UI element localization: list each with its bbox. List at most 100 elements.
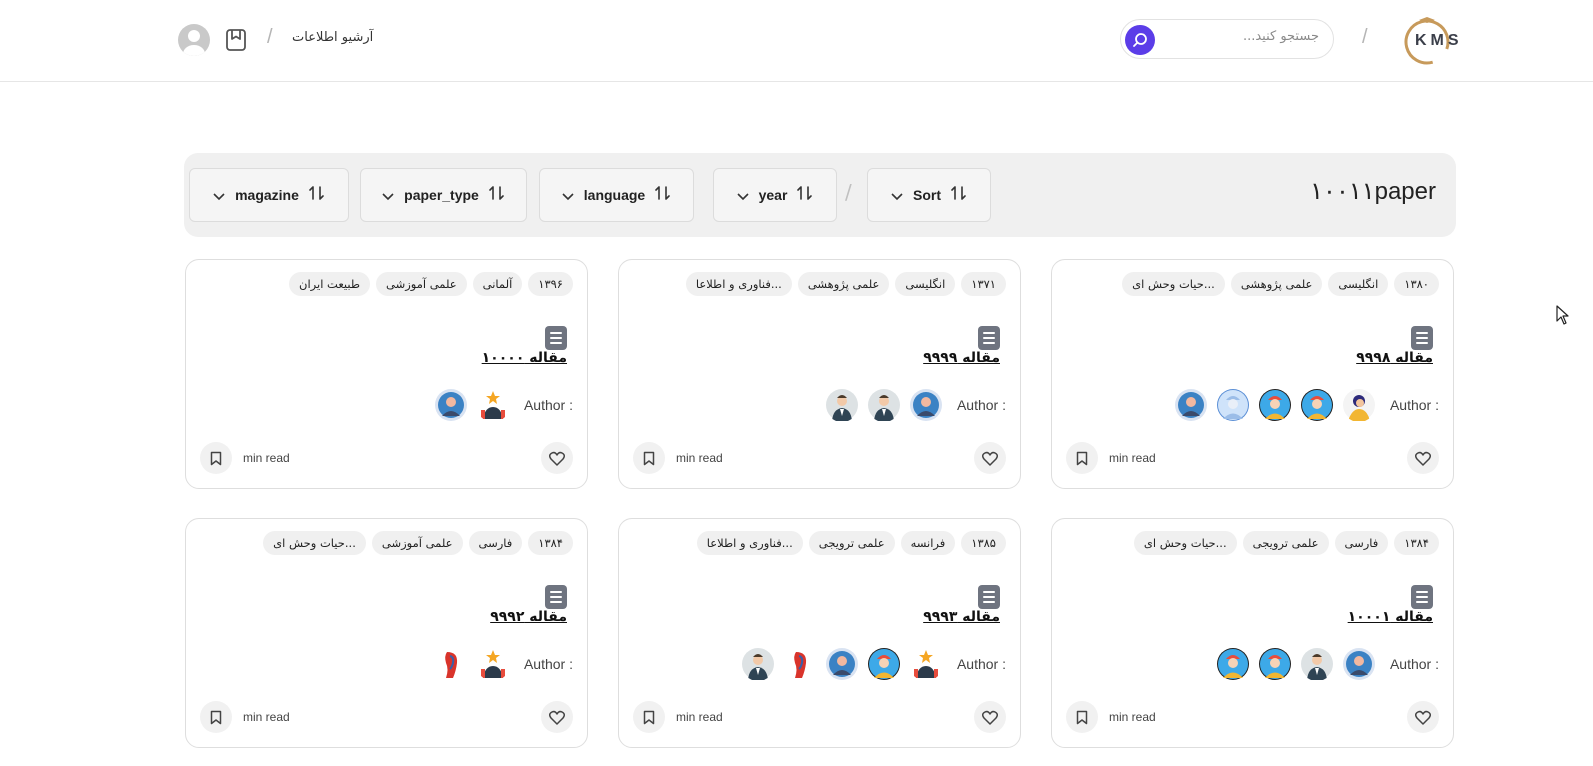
- like-button[interactable]: [541, 442, 573, 474]
- author-avatar-person-blue[interactable]: [1174, 388, 1208, 422]
- magazine-filter-button[interactable]: magazine: [189, 168, 349, 222]
- author-avatar-worker-blue[interactable]: [1258, 388, 1292, 422]
- paper-card[interactable]: ۱۳۸۵ فرانسه علمی ترویجی فناوری و اطلاعا... …: [618, 518, 1021, 748]
- author-avatar-worker-light[interactable]: [1216, 388, 1250, 422]
- paper-tag[interactable]: فارسی: [468, 531, 523, 555]
- user-icon: [183, 30, 205, 56]
- like-button[interactable]: [541, 701, 573, 733]
- author-avatar-star-figure[interactable]: [476, 647, 510, 681]
- sort-arrows-icon: [655, 185, 671, 205]
- author-avatar-worker-blue[interactable]: [1216, 647, 1250, 681]
- paper-tag[interactable]: علمی پژوهشی: [1230, 272, 1323, 296]
- chevron-down-icon: [737, 186, 749, 205]
- author-avatar-red-profile[interactable]: [434, 647, 468, 681]
- bookmark-button[interactable]: [1066, 701, 1098, 733]
- bookmark-button[interactable]: [633, 701, 665, 733]
- search-box: [1120, 19, 1334, 59]
- author-label: Author :: [1389, 656, 1439, 672]
- paper-card[interactable]: ۱۳۸۰ انگلیسی علمی پژوهشی حیات وحش ای... مقا…: [1051, 259, 1454, 489]
- paper-title[interactable]: مقاله ۱۰۰۰۰: [482, 350, 567, 366]
- like-button[interactable]: [1407, 701, 1439, 733]
- author-avatar-person-blue[interactable]: [909, 388, 943, 422]
- paper-tag[interactable]: ۱۳۸۴: [528, 531, 573, 555]
- paper-card[interactable]: ۱۳۸۴ فارسی علمی آموزشی حیات وحش ای... مقاله…: [185, 518, 588, 748]
- paper-tag[interactable]: علمی ترویجی: [1242, 531, 1329, 555]
- paper-tag[interactable]: علمی ترویجی: [808, 531, 895, 555]
- author-avatar-person-blue[interactable]: [1342, 647, 1376, 681]
- paper-tag[interactable]: انگلیسی: [1328, 272, 1389, 296]
- paper-title[interactable]: مقاله ۱۰۰۰۱: [1348, 609, 1433, 625]
- bookmark-button[interactable]: [633, 442, 665, 474]
- like-button[interactable]: [1407, 442, 1439, 474]
- paper-tag[interactable]: ۱۳۸۰: [1394, 272, 1439, 296]
- bookmark-icon: [1076, 451, 1088, 465]
- paper-title[interactable]: مقاله ۹۹۹۲: [490, 609, 567, 625]
- paper-tag[interactable]: طبیعت ایران: [289, 272, 370, 296]
- document-icon: [545, 326, 567, 350]
- paper-title[interactable]: مقاله ۹۹۹۹: [923, 350, 1000, 366]
- paper-tag[interactable]: علمی پژوهشی: [797, 272, 890, 296]
- like-button[interactable]: [974, 701, 1006, 733]
- paper-tag[interactable]: علمی آموزشی: [376, 272, 467, 296]
- paper-tag[interactable]: حیات وحش ای...: [1133, 531, 1237, 555]
- paper-title[interactable]: مقاله ۹۹۹۸: [1356, 350, 1433, 366]
- sort-filter-button[interactable]: Sort: [867, 168, 991, 222]
- like-button[interactable]: [974, 442, 1006, 474]
- author-avatar-person-blue[interactable]: [825, 647, 859, 681]
- author-avatar-red-profile[interactable]: [783, 647, 817, 681]
- author-avatar-worker-blue[interactable]: [1258, 647, 1292, 681]
- author-label: Author :: [523, 397, 573, 413]
- author-row: Author :: [1174, 388, 1439, 422]
- search-button[interactable]: [1125, 25, 1155, 55]
- paper-tag[interactable]: ۱۳۸۵: [961, 531, 1006, 555]
- bookmark-button[interactable]: [200, 442, 232, 474]
- paper-tag[interactable]: حیات وحش ای...: [1122, 272, 1225, 296]
- author-avatar-worker-blue[interactable]: [867, 647, 901, 681]
- archive-link[interactable]: آرشیو اطلاعات: [292, 30, 373, 45]
- paper-tags: ۱۳۷۱ انگلیسی علمی پژوهشی فناوری و اطلاعا...: [685, 272, 1006, 296]
- paper-title[interactable]: مقاله ۹۹۹۳: [923, 609, 1000, 625]
- author-avatar-worker-blue[interactable]: [1300, 388, 1334, 422]
- paper-tag[interactable]: انگلیسی: [895, 272, 956, 296]
- author-avatar-cartoon-woman[interactable]: [1342, 388, 1376, 422]
- author-avatar-businessman[interactable]: [825, 388, 859, 422]
- search-icon: [1133, 33, 1147, 47]
- paper-tag[interactable]: فناوری و اطلاعا...: [685, 272, 792, 296]
- author-avatar-businessman[interactable]: [867, 388, 901, 422]
- author-avatar-star-figure[interactable]: [909, 647, 943, 681]
- paper-tag[interactable]: علمی آموزشی: [371, 531, 463, 555]
- paper-tag[interactable]: آلمانی: [472, 272, 523, 296]
- paper-tag[interactable]: ۱۳۷۱: [961, 272, 1006, 296]
- author-label: Author :: [523, 656, 573, 672]
- paper-card[interactable]: ۱۳۸۴ فارسی علمی ترویجی حیات وحش ای... مقاله…: [1051, 518, 1454, 748]
- paper-tags: ۱۳۸۵ فرانسه علمی ترویجی فناوری و اطلاعا...: [696, 531, 1006, 555]
- search-input[interactable]: [1169, 29, 1319, 44]
- document-icon: [978, 585, 1000, 609]
- sort-arrows-icon: [489, 185, 505, 205]
- bookmark-icon: [643, 451, 655, 465]
- paper-card[interactable]: ۱۳۹۶ آلمانی علمی آموزشی طبیعت ایران مقاله ۱…: [185, 259, 588, 489]
- year-filter-button[interactable]: year: [713, 168, 837, 222]
- chevron-down-icon: [213, 186, 225, 205]
- bookmark-button[interactable]: [1066, 442, 1098, 474]
- paper-tags: ۱۳۹۶ آلمانی علمی آموزشی طبیعت ایران: [289, 272, 573, 296]
- paper-tag[interactable]: فناوری و اطلاعا...: [696, 531, 803, 555]
- paper-tag[interactable]: حیات وحش ای...: [263, 531, 366, 555]
- bookmark-icon: [643, 710, 655, 724]
- author-avatar-star-figure[interactable]: [476, 388, 510, 422]
- paper-type-filter-button[interactable]: paper_type: [360, 168, 527, 222]
- author-avatar-person-blue[interactable]: [434, 388, 468, 422]
- bookmark-button[interactable]: [200, 701, 232, 733]
- author-avatar-businessman[interactable]: [1300, 647, 1334, 681]
- paper-tags: ۱۳۸۰ انگلیسی علمی پژوهشی حیات وحش ای...: [1122, 272, 1439, 296]
- language-filter-button[interactable]: language: [539, 168, 694, 222]
- author-avatar-businessman[interactable]: [741, 647, 775, 681]
- paper-tag[interactable]: ۱۳۸۴: [1394, 531, 1439, 555]
- paper-tag[interactable]: ۱۳۹۶: [528, 272, 573, 296]
- paper-tag[interactable]: فرانسه: [900, 531, 956, 555]
- paper-card[interactable]: ۱۳۷۱ انگلیسی علمی پژوهشی فناوری و اطلاعا...…: [618, 259, 1021, 489]
- paper-tag[interactable]: فارسی: [1334, 531, 1389, 555]
- filter-divider: /: [845, 180, 852, 204]
- user-avatar[interactable]: [178, 24, 210, 56]
- saved-papers-icon[interactable]: [224, 27, 248, 53]
